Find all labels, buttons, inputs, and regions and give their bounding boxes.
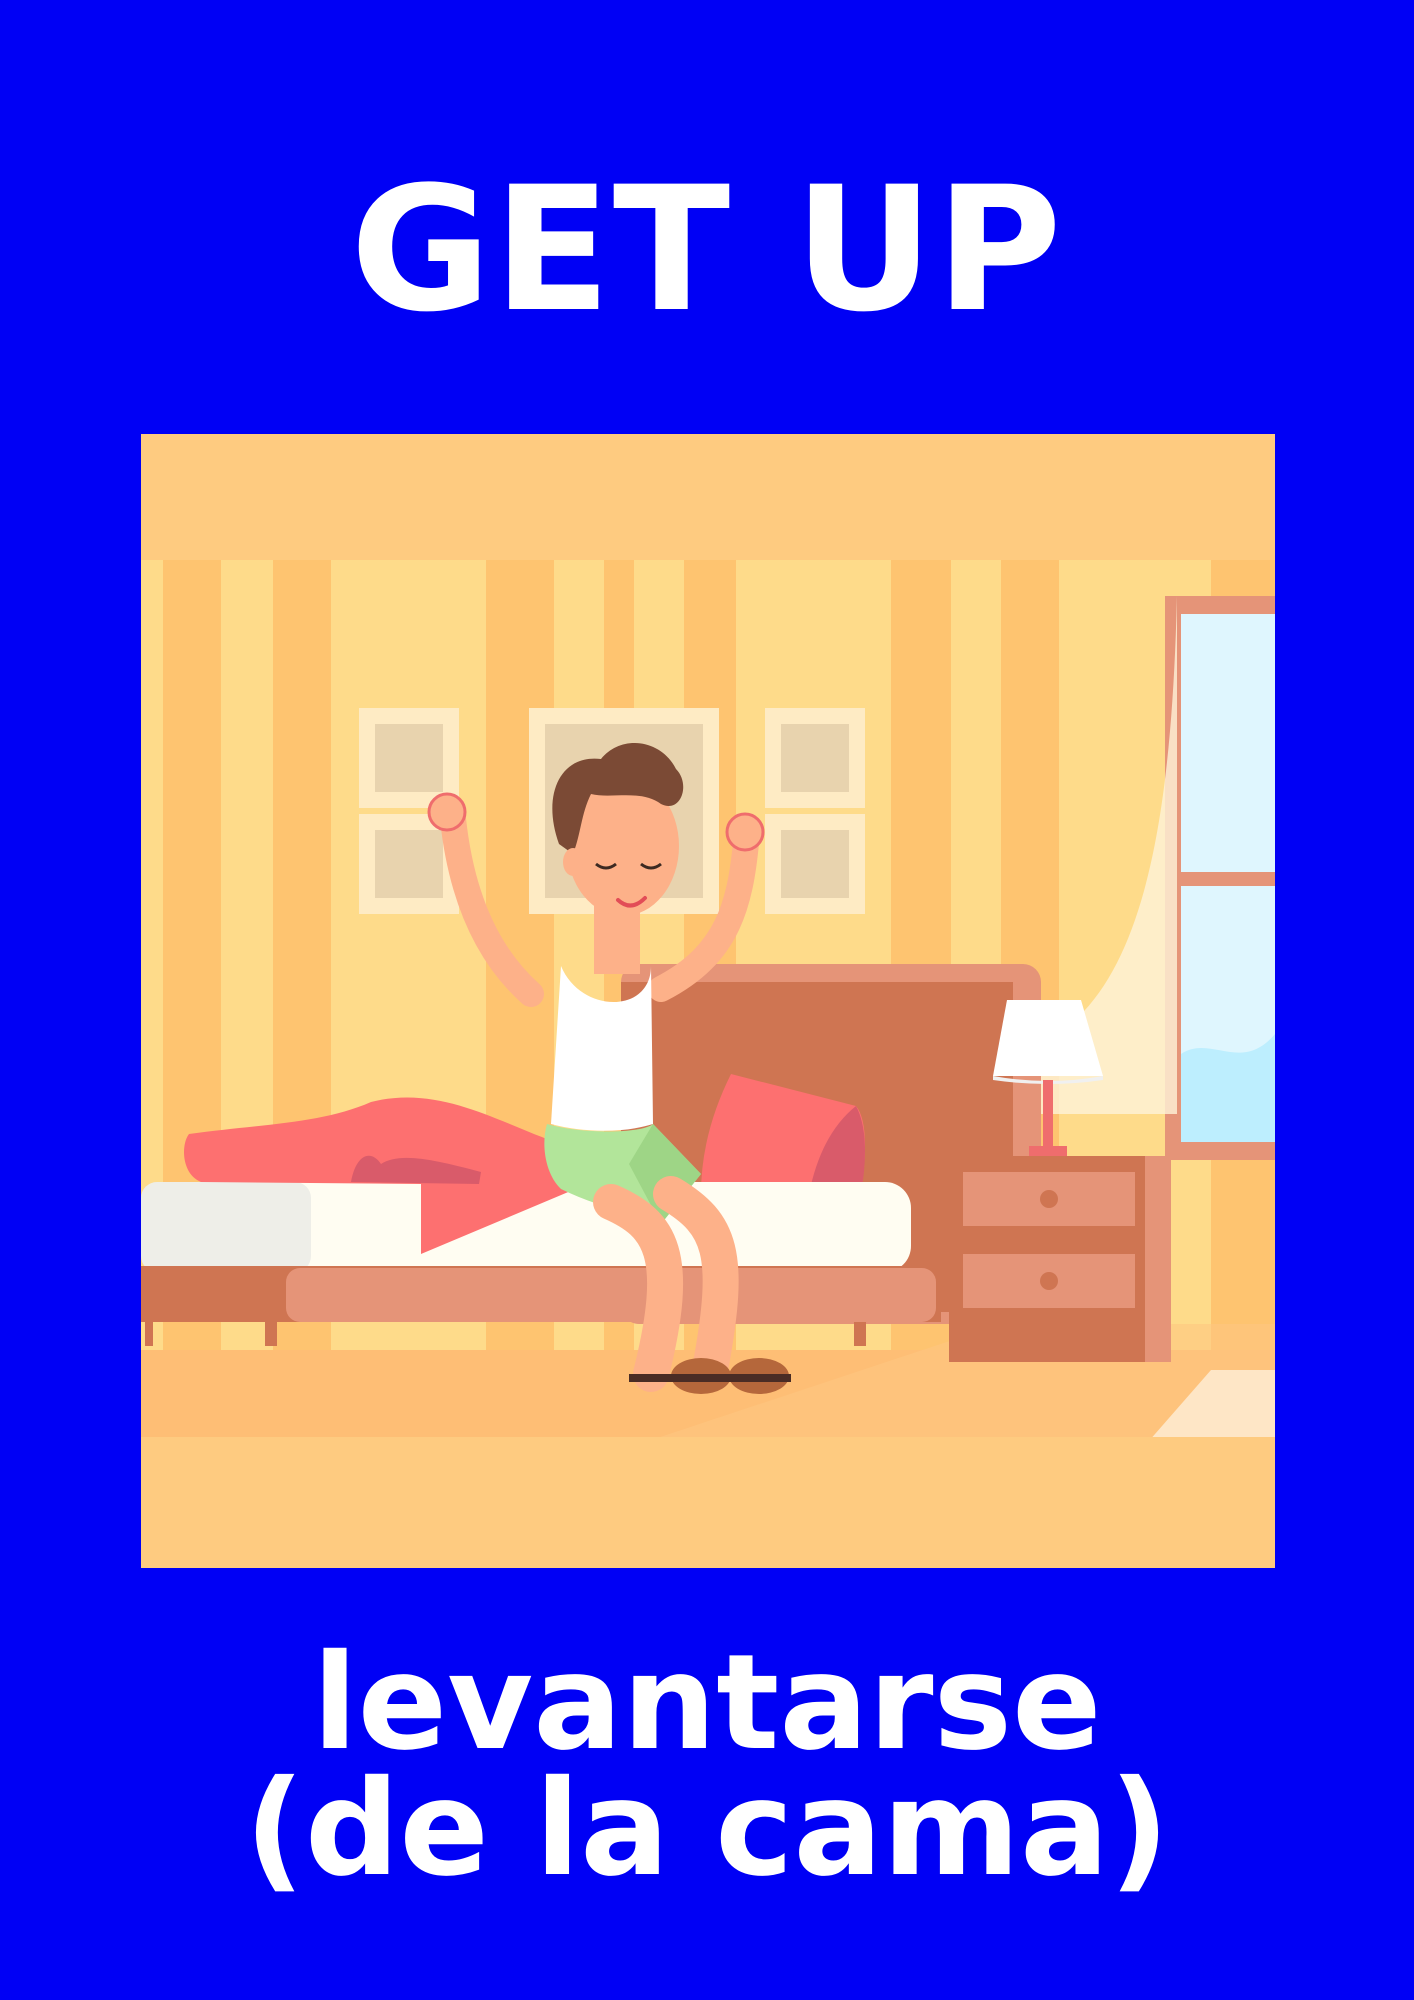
- card-caption: levantarse (de la cama): [0, 1626, 1414, 1906]
- bedroom-illustration: [141, 434, 1275, 1568]
- bedroom-scene: [141, 434, 1275, 1568]
- caption-line-1: levantarse: [312, 1626, 1102, 1780]
- caption-line-2: (de la cama): [244, 1752, 1170, 1906]
- card-title: GET UP: [350, 149, 1064, 350]
- frame-bottom-band: [141, 1437, 1275, 1568]
- flashcard: GET UP levantarse (de la cama): [0, 0, 1414, 2000]
- nightstand: [949, 1156, 1171, 1362]
